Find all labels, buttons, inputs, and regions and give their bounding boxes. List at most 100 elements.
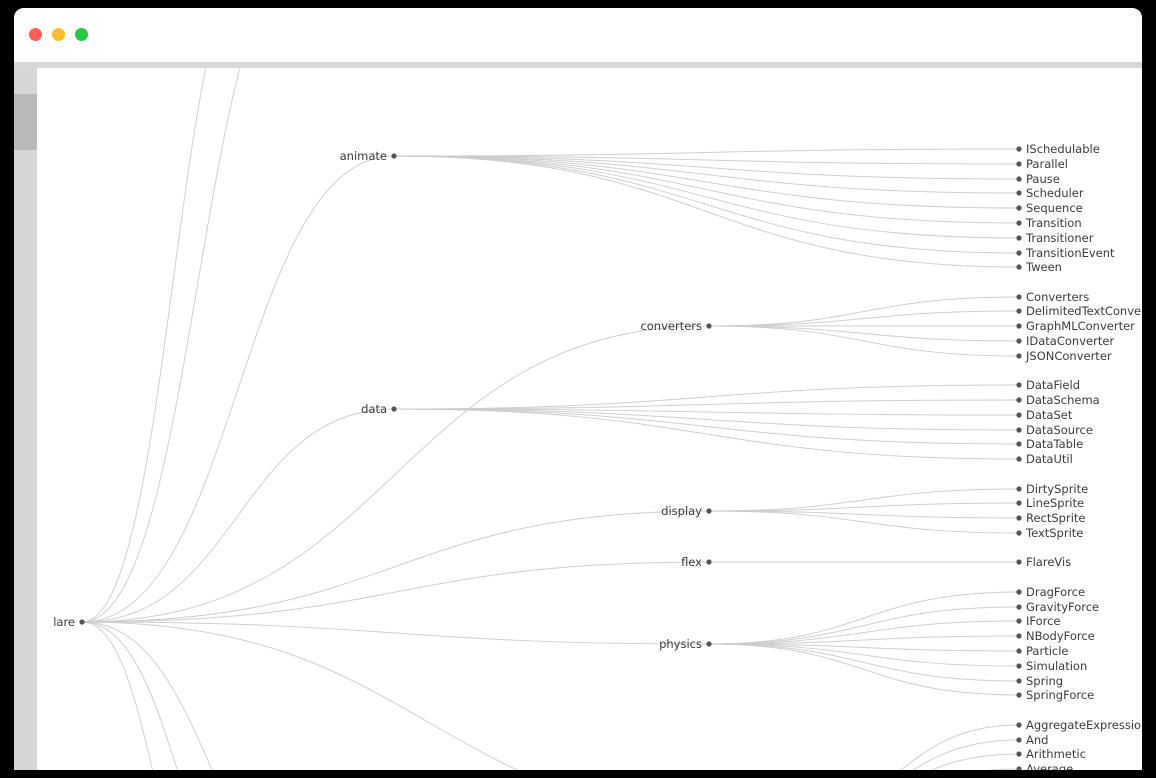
tree-leaf-dot[interactable] (1016, 530, 1022, 536)
tree-leaf-label: ISchedulable (1026, 142, 1100, 156)
tree-leaf-dot[interactable] (1016, 176, 1022, 182)
dendrogram-canvas[interactable]: ISchedulable Parallel Pause Scheduler Sequen… (37, 68, 1142, 770)
tree-link (81, 325, 710, 623)
tree-leaf-dot[interactable] (1016, 220, 1022, 226)
tree-leaf-label: RectSprite (1026, 511, 1086, 525)
tree-node-dot-data[interactable] (391, 406, 397, 412)
tree-node-label-display: display (661, 504, 702, 518)
tree-leaf-dot[interactable] (1016, 737, 1022, 743)
tree-node-dot-animate[interactable] (391, 153, 397, 159)
tree-leaf-label: LineSprite (1026, 496, 1084, 510)
tree-leaf-label: And (1026, 733, 1048, 747)
tree-leaf-dot[interactable] (1016, 751, 1022, 757)
tree-leaf-label: DragForce (1026, 585, 1085, 599)
tree-leaf-label: DataSet (1026, 408, 1073, 422)
tree-leaf-dot[interactable] (1016, 766, 1022, 770)
tree-leaf-dot[interactable] (1016, 308, 1022, 314)
tree-leaf-dot[interactable] (1016, 235, 1022, 241)
tree-link (708, 620, 1020, 645)
tree-leaf-label: DataUtil (1026, 452, 1073, 466)
tree-leaf-dot[interactable] (1016, 338, 1022, 344)
tree-link (81, 68, 241, 623)
vertical-scrollbar-track[interactable] (14, 68, 37, 770)
tree-leaf-dot[interactable] (1016, 486, 1022, 492)
tree-leaf-dot[interactable] (1016, 427, 1022, 433)
tree-leaf-label: AggregateExpression (1026, 718, 1142, 732)
tree-leaf-label: DataField (1026, 378, 1080, 392)
tree-leaf-dot[interactable] (1016, 190, 1022, 196)
tree-leaf-dot[interactable] (1016, 633, 1022, 639)
tree-link (393, 399, 1020, 410)
tree-leaf-dot[interactable] (1016, 353, 1022, 359)
tree-link (708, 488, 1020, 512)
tree-leaf-label: GraphMLConverter (1026, 319, 1135, 333)
tree-leaf-dot[interactable] (1016, 294, 1022, 300)
vertical-scrollbar-thumb[interactable] (14, 94, 37, 150)
tree-leaf-dot[interactable] (1016, 250, 1022, 256)
tree-leaf-dot[interactable] (1016, 618, 1022, 624)
tree-leaf-dot[interactable] (1016, 382, 1022, 388)
tree-leaf-label: Spring (1026, 674, 1063, 688)
tree-leaf-dot[interactable] (1016, 456, 1022, 462)
browser-window: ISchedulable Parallel Pause Scheduler Sequen… (14, 8, 1142, 770)
tree-node-label-data: data (361, 402, 387, 416)
page-viewport: ISchedulable Parallel Pause Scheduler Sequen… (14, 62, 1142, 770)
tree-node-label-converters: converters (640, 319, 702, 333)
tree-leaf-dot[interactable] (1016, 604, 1022, 610)
tree-link (986, 768, 1020, 770)
tree-leaf-dot[interactable] (1016, 589, 1022, 595)
tree-leaf-dot[interactable] (1016, 663, 1022, 669)
tree-leaf-dot[interactable] (1016, 412, 1022, 418)
tree-leaf-label: Average (1026, 762, 1073, 770)
tree-leaf-label: Scheduler (1026, 186, 1084, 200)
tree-leaf-dot[interactable] (1016, 397, 1022, 403)
close-button[interactable] (29, 28, 42, 41)
tree-link (81, 621, 213, 770)
tree-link (708, 325, 1020, 342)
tree-leaf-dot[interactable] (1016, 323, 1022, 329)
tree-leaf-label: DataTable (1026, 437, 1083, 451)
tree-link (81, 155, 395, 623)
minimize-button[interactable] (52, 28, 65, 41)
tree-leaf-label: JSONConverter (1025, 349, 1112, 363)
tree-leaf-label: Transitioner (1025, 231, 1094, 245)
tree-link (708, 310, 1020, 327)
tree-leaf-label: NBodyForce (1026, 629, 1095, 643)
tree-leaf-dot[interactable] (1016, 264, 1022, 270)
tree-leaf-dot[interactable] (1016, 205, 1022, 211)
tree-node-dot-display[interactable] (706, 508, 712, 514)
tree-leaf-label: TextSprite (1025, 526, 1083, 540)
tree-leaf-label: Simulation (1026, 659, 1087, 673)
tree-link (81, 68, 207, 623)
tree-leaf-dot[interactable] (1016, 648, 1022, 654)
tree-leaf-dot[interactable] (1016, 441, 1022, 447)
tree-node-label-animate: animate (340, 149, 387, 163)
nodes-layer: ISchedulableParallelPauseSchedulerSequen… (53, 142, 1142, 770)
tree-link (912, 739, 1020, 770)
tree-leaf-label: FlareVis (1026, 555, 1071, 569)
tree-link (81, 408, 395, 623)
tree-node-dot-flex[interactable] (706, 559, 712, 565)
tree-leaf-dot[interactable] (1016, 678, 1022, 684)
tree-leaf-dot[interactable] (1016, 722, 1022, 728)
tree-link (708, 643, 1020, 682)
tree-link (81, 510, 710, 623)
zoom-button[interactable] (75, 28, 88, 41)
tree-leaf-label: TransitionEvent (1025, 246, 1115, 260)
tree-leaf-dot[interactable] (1016, 146, 1022, 152)
tree-node-label-flex: flex (681, 555, 702, 569)
tree-root-label: lare (53, 615, 75, 629)
tree-node-dot-physics[interactable] (706, 641, 712, 647)
tree-leaf-dot[interactable] (1016, 500, 1022, 506)
tree-root-dot[interactable] (79, 619, 85, 625)
traffic-light-group (29, 28, 88, 41)
tree-link (393, 155, 1020, 254)
tree-link (708, 643, 1020, 696)
tree-leaf-dot[interactable] (1016, 559, 1022, 565)
tree-link (708, 325, 1020, 357)
tree-leaf-dot[interactable] (1016, 161, 1022, 167)
links-layer (81, 68, 1020, 770)
tree-leaf-dot[interactable] (1016, 515, 1022, 521)
tree-node-dot-converters[interactable] (706, 323, 712, 329)
tree-leaf-dot[interactable] (1016, 692, 1022, 698)
